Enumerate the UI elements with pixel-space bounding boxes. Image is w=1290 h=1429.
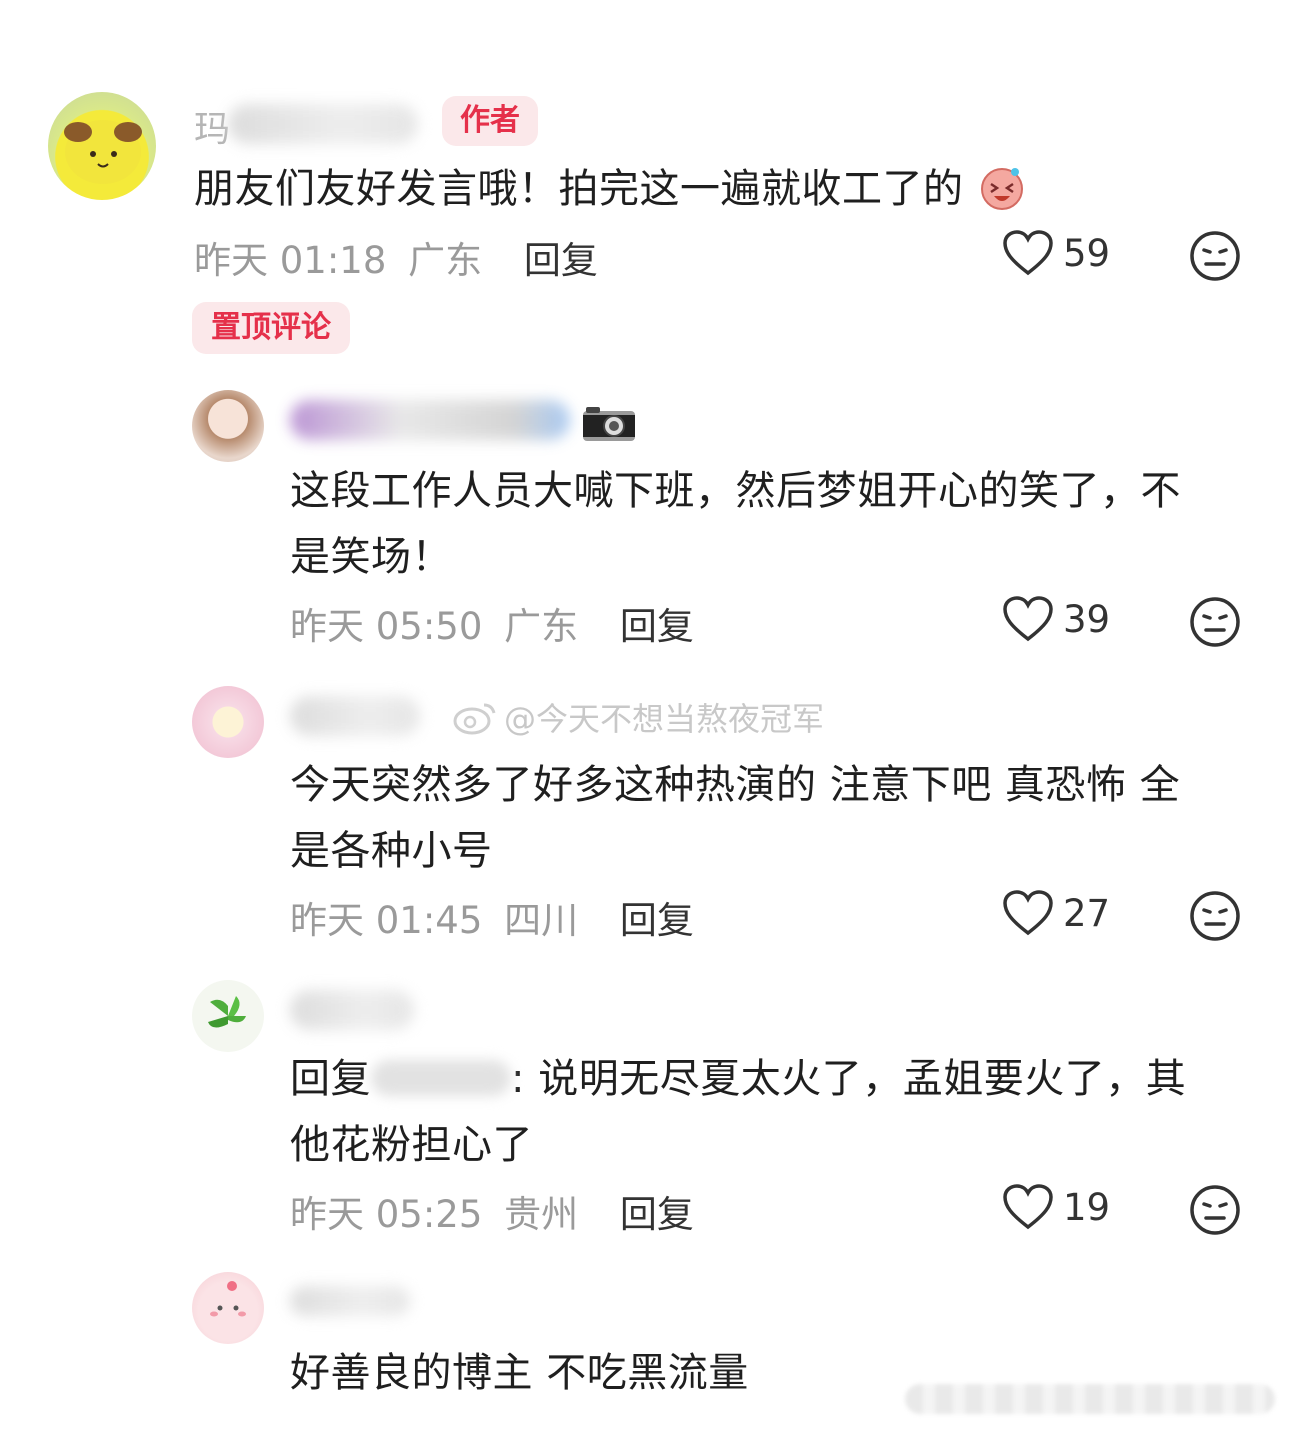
reply-avatar[interactable]: [192, 686, 264, 758]
reply-name-blurred: [290, 696, 420, 736]
comment-location: 贵州: [504, 1193, 579, 1236]
like-count: 27: [1063, 891, 1111, 935]
watermark-text: @今天不想当熬夜冠军: [504, 700, 825, 738]
reply-avatar[interactable]: [192, 390, 264, 462]
reply-comment-meta: 昨天 05:50 广东 回复: [290, 596, 694, 650]
laughing-emoji-icon: [980, 168, 1023, 210]
comment-time: 昨天 05:25: [290, 1193, 483, 1236]
author-name[interactable]: 玛: [194, 100, 230, 152]
comment-line: 回复 : 说明无尽夏太火了，孟姐要火了，其: [290, 1046, 1250, 1112]
comment-line: 是各种小号: [290, 828, 493, 874]
reply-to-name-blurred[interactable]: [371, 1060, 511, 1096]
pinned-comment-badge: 置顶评论: [192, 302, 350, 354]
author-badge: 作者: [442, 96, 538, 146]
comment-location: 广东: [504, 605, 579, 648]
comment-time: 昨天 05:50: [290, 605, 483, 648]
like-button[interactable]: 19: [1003, 1184, 1110, 1230]
heart-outline-icon: [1003, 890, 1053, 936]
comment-location: 广东: [408, 239, 483, 282]
like-button[interactable]: 59: [1003, 230, 1110, 276]
author-comment-text: 朋友们友好发言哦！拍完这一遍就收工了的: [194, 156, 1027, 222]
reply-avatar[interactable]: [192, 980, 264, 1052]
neutral-face-icon[interactable]: [1189, 1184, 1241, 1236]
comment-line: 他花粉担心了: [290, 1122, 533, 1168]
weibo-logo-icon: [453, 703, 496, 735]
like-count: 39: [1063, 597, 1111, 641]
reply-body: : 说明无尽夏太火了，孟姐要火了，其: [511, 1056, 1187, 1102]
reply-button[interactable]: 回复: [620, 899, 694, 942]
input-placeholder-blurred: [905, 1384, 1275, 1414]
comment-time: 昨天 01:18: [194, 239, 387, 282]
comment-line: 这段工作人员大喊下班，然后梦姐开心的笑了，不: [290, 468, 1181, 514]
reply-comment-meta: 昨天 01:45 四川 回复: [290, 890, 694, 944]
reply-avatar[interactable]: [192, 1272, 264, 1344]
reply-button[interactable]: 回复: [620, 1193, 694, 1236]
reply-button[interactable]: 回复: [524, 239, 598, 282]
reply-comment-meta: 昨天 05:25 贵州 回复: [290, 1184, 694, 1238]
author-comment-body: 朋友们友好发言哦！拍完这一遍就收工了的: [194, 166, 964, 212]
leaf-avatar-icon: [208, 996, 246, 1028]
watermark: @今天不想当熬夜冠军: [452, 694, 824, 740]
reply-name-blurred: [290, 1286, 410, 1316]
reply-button[interactable]: 回复: [620, 605, 694, 648]
comment-line: 今天突然多了好多这种热演的 注意下吧 真恐怖 全: [290, 762, 1181, 808]
neutral-face-icon[interactable]: [1189, 596, 1241, 648]
heart-outline-icon: [1003, 596, 1053, 642]
author-name-blurred: [228, 104, 418, 144]
comment-location: 四川: [504, 899, 579, 942]
reply-to-label: 回复: [290, 1056, 371, 1102]
comment-time: 昨天 01:45: [290, 899, 483, 942]
like-count: 59: [1063, 231, 1111, 275]
heart-outline-icon: [1003, 230, 1053, 276]
like-count: 19: [1063, 1185, 1111, 1229]
pompompurin-avatar-icon: [64, 120, 142, 184]
author-avatar[interactable]: [48, 92, 156, 200]
reply-name-blurred: [290, 400, 570, 440]
heart-outline-icon: [1003, 1184, 1053, 1230]
author-comment-meta: 昨天 01:18 广东 回复: [194, 230, 598, 284]
neutral-face-icon[interactable]: [1189, 230, 1241, 282]
cute-character-avatar-icon: [210, 1281, 246, 1317]
reply-comment-text: 回复 : 说明无尽夏太火了，孟姐要火了，其 他花粉担心了: [290, 1046, 1250, 1178]
like-button[interactable]: 27: [1003, 890, 1110, 936]
camera-icon: [583, 407, 635, 441]
comment-line: 是笑场！: [290, 534, 452, 580]
reply-comment-text: 今天突然多了好多这种热演的 注意下吧 真恐怖 全 是各种小号: [290, 752, 1250, 884]
like-button[interactable]: 39: [1003, 596, 1110, 642]
neutral-face-icon[interactable]: [1189, 890, 1241, 942]
reply-name-blurred: [290, 990, 414, 1030]
reply-comment-text: 这段工作人员大喊下班，然后梦姐开心的笑了，不 是笑场！: [290, 458, 1250, 590]
